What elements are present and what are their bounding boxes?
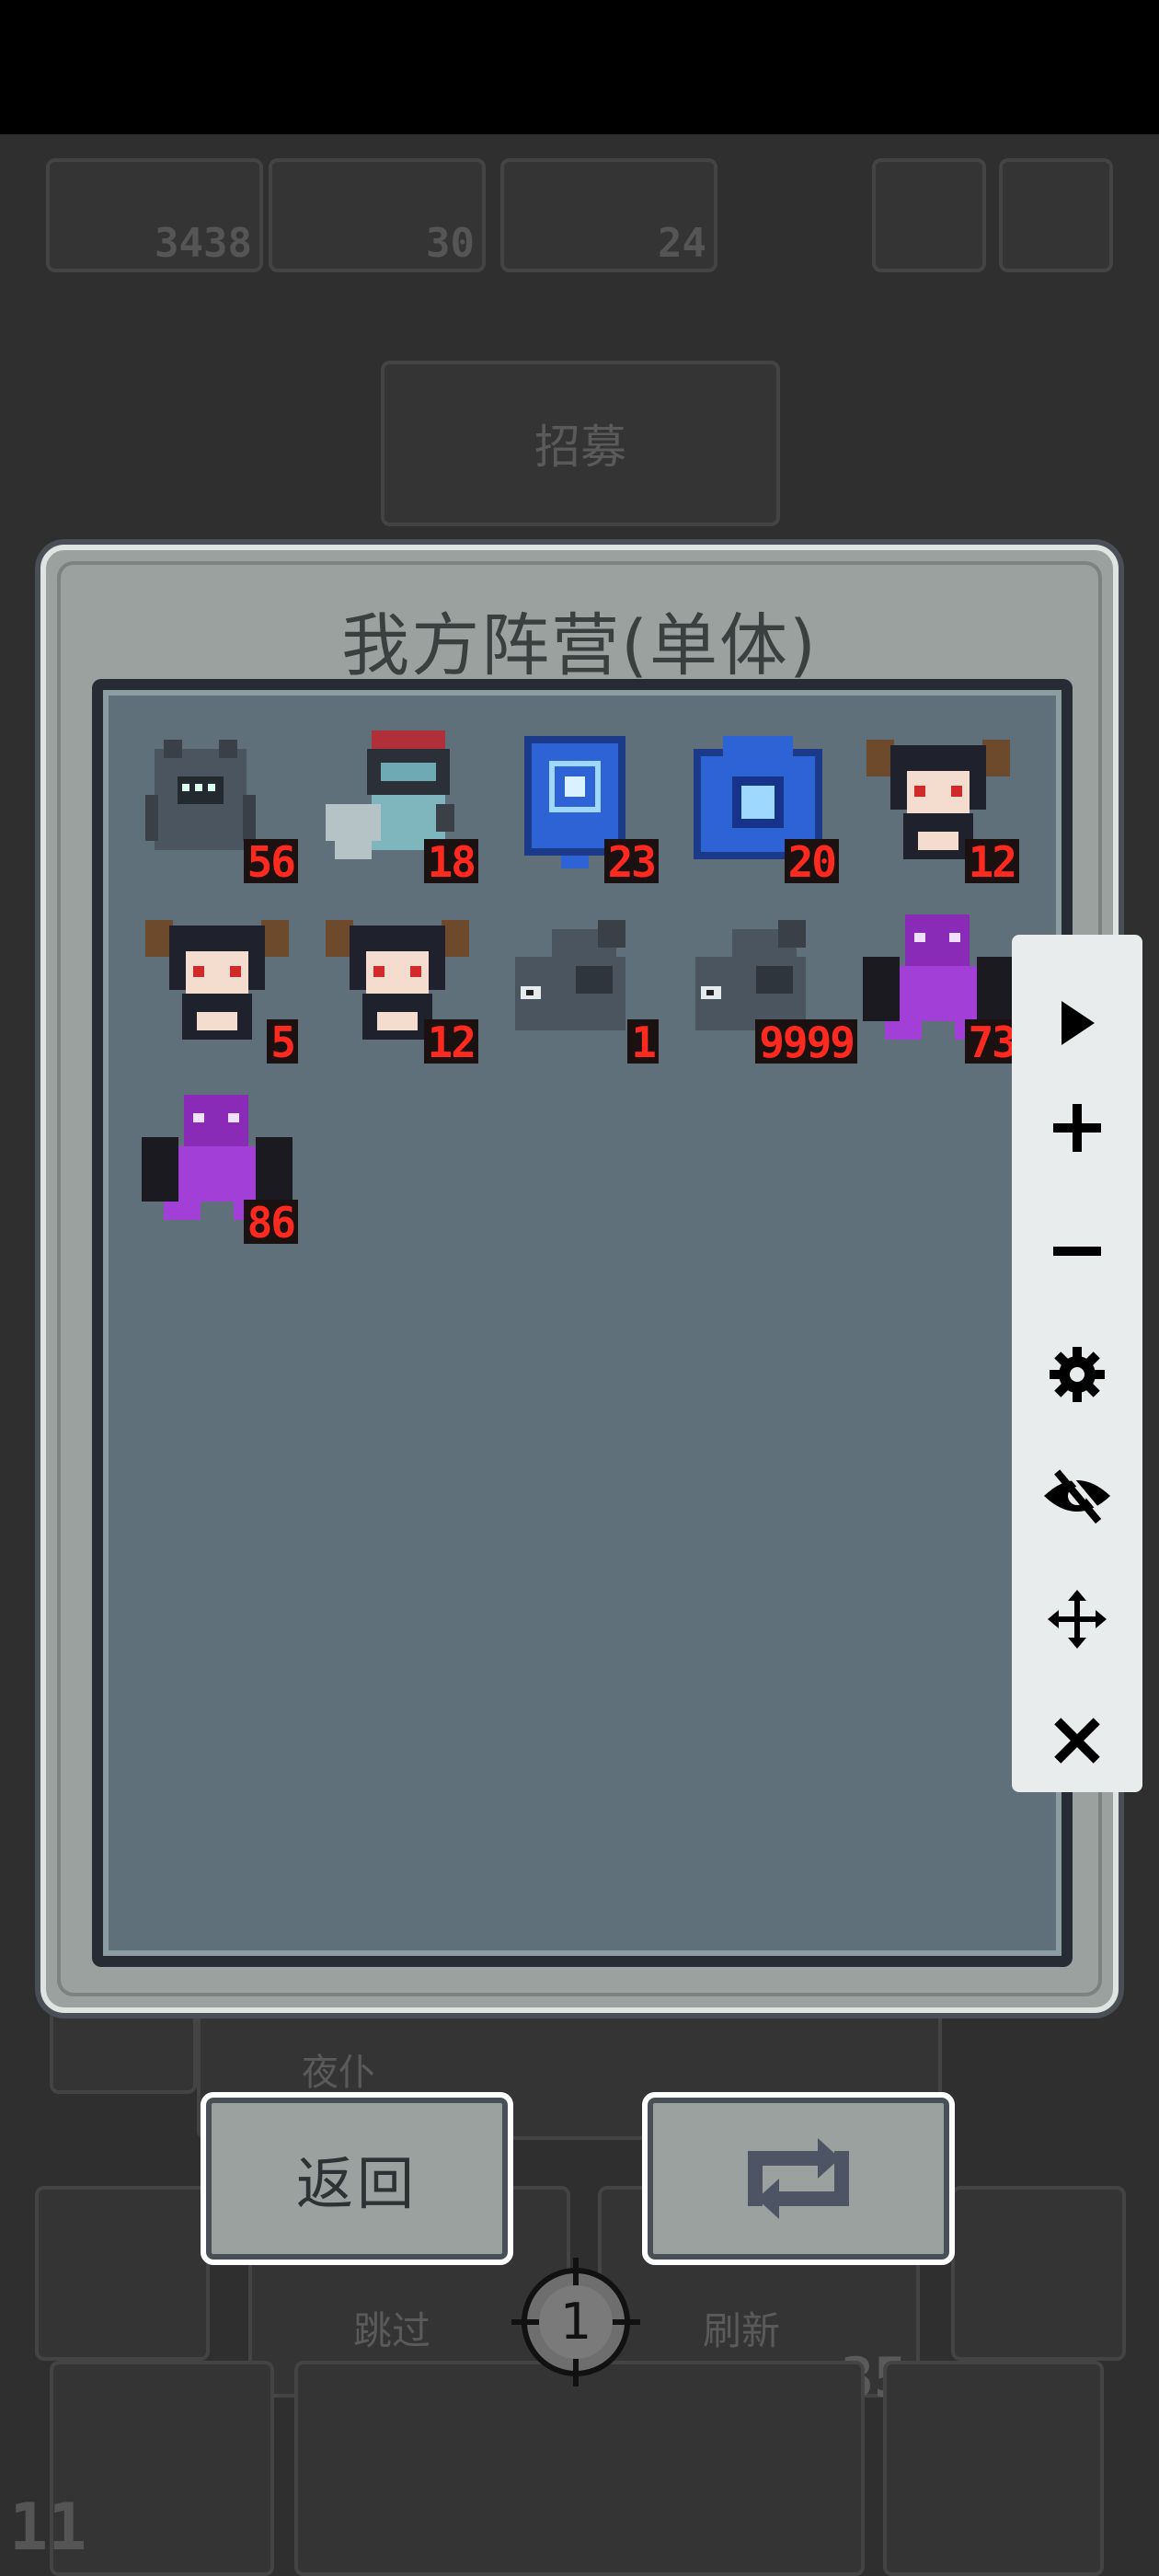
bg-recruit-button: 招募 [381, 361, 780, 526]
unit-count: 12 [423, 1019, 478, 1064]
crosshair-value: 1 [559, 2293, 592, 2351]
unit-count: 86 [243, 1200, 298, 1244]
crosshair-indicator[interactable]: 1 [511, 2258, 640, 2386]
bg-gem-button [35, 2186, 210, 2361]
close-icon [1054, 1718, 1100, 1764]
unit-card[interactable]: 18 [316, 721, 478, 883]
play-icon [1061, 1001, 1095, 1045]
back-button-label: 返回 [295, 2150, 418, 2217]
bg-main-button [294, 2361, 865, 2576]
unit-count: 20 [784, 839, 839, 883]
minus-icon [1053, 1247, 1101, 1256]
recruit-label: 招募 [534, 420, 626, 474]
settings-button[interactable] [1012, 1319, 1142, 1430]
skip-label: 跳过 [353, 2308, 431, 2353]
bg-button-b [999, 158, 1113, 272]
minus-button[interactable] [1012, 1196, 1142, 1306]
unit-card[interactable]: 1 [497, 902, 659, 1064]
status-bar [0, 0, 1159, 134]
resource-box-upgrade: 30 [269, 158, 486, 272]
team-dialog: 我方阵营(单体) 56 18 23 20 12 5 12 1 9999 73 8… [40, 545, 1119, 2013]
servant-label: 夜仆 [302, 2052, 375, 2094]
unit-panel: 56 18 23 20 12 5 12 1 9999 73 86 [92, 679, 1073, 1967]
unit-count: 23 [603, 839, 659, 883]
refresh-arrows-icon [748, 2138, 849, 2219]
hide-button[interactable] [1012, 1441, 1142, 1551]
back-button[interactable]: 返回 [201, 2092, 513, 2265]
resource-box-gold: 3438 [46, 158, 263, 272]
resource-value: 30 [426, 220, 475, 267]
move-icon [1048, 1590, 1107, 1649]
refresh-label: 刷新 [703, 2308, 781, 2353]
resource-value: 24 [658, 220, 706, 267]
plus-button[interactable] [1012, 1073, 1142, 1183]
unit-count: 9999 [755, 1019, 857, 1064]
bg-chess-button [951, 2186, 1126, 2361]
unit-card[interactable]: 12 [316, 902, 478, 1064]
gear-icon [1050, 1347, 1105, 1402]
unit-card[interactable]: 73 [857, 902, 1019, 1064]
refresh-button[interactable] [642, 2092, 955, 2265]
unit-card[interactable]: 20 [677, 721, 839, 883]
resource-box-energy: 24 [500, 158, 717, 272]
move-button[interactable] [1012, 1564, 1142, 1674]
unit-card[interactable]: 86 [136, 1082, 298, 1244]
unit-count: 12 [964, 839, 1019, 883]
unit-card[interactable]: 23 [497, 721, 659, 883]
bg-chess-slot [883, 2361, 1104, 2576]
unit-card[interactable]: 56 [136, 721, 298, 883]
plus-icon [1053, 1104, 1101, 1152]
bg-button-a [872, 158, 986, 272]
floating-toolbar [1012, 935, 1142, 1792]
unit-count: 56 [243, 839, 298, 883]
unit-card[interactable]: 12 [857, 721, 1019, 883]
unit-count: 1 [627, 1019, 659, 1064]
unit-count: 5 [267, 1019, 298, 1064]
dialog-title: 我方阵营(单体) [341, 606, 818, 685]
unit-count: 18 [423, 839, 478, 883]
eye-off-icon [1044, 1468, 1110, 1524]
unit-card[interactable]: 5 [136, 902, 298, 1064]
level-value: 11 [9, 2490, 87, 2565]
unit-card[interactable]: 9999 [677, 902, 857, 1064]
close-button[interactable] [1012, 1685, 1142, 1796]
play-button[interactable] [1012, 968, 1142, 1078]
resource-value: 3438 [155, 220, 252, 267]
